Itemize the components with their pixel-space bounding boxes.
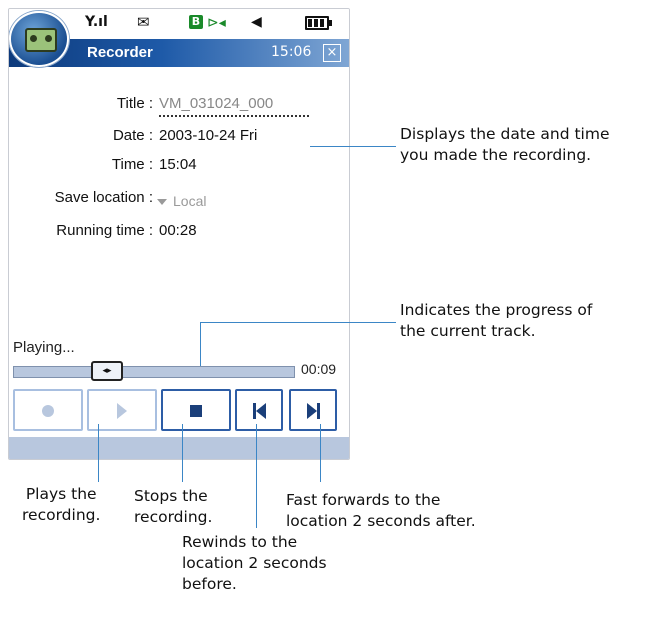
callout-line: before. xyxy=(182,575,237,593)
running-time-value: 00:28 xyxy=(159,222,197,239)
message-icon: ✉ xyxy=(137,13,150,31)
callout-line: recording. xyxy=(134,508,213,526)
stop-button[interactable] xyxy=(161,389,231,431)
callout-line: location 2 seconds xyxy=(182,554,327,572)
rewind-callout: Rewinds to the location 2 seconds before… xyxy=(182,532,327,595)
title-field[interactable]: VM_031024_000 xyxy=(159,93,309,117)
record-icon xyxy=(42,404,54,417)
skip-forward-icon xyxy=(306,392,320,430)
callout-line: Rewinds to the xyxy=(182,533,298,551)
fast-forward-callout: Fast forwards to the location 2 seconds … xyxy=(286,490,476,532)
bluetooth-icon: ⊳◂ xyxy=(207,15,226,31)
callout-line: the current track. xyxy=(400,322,536,340)
recorder-app-icon xyxy=(9,11,69,67)
dropdown-arrow-icon xyxy=(157,199,167,206)
progress-callout-line-h xyxy=(200,322,396,323)
skip-back-icon xyxy=(252,392,266,430)
bluetooth-r-icon: B xyxy=(189,15,203,29)
save-location-select[interactable]: Local xyxy=(157,193,237,213)
callout-line: Plays the xyxy=(25,485,97,503)
save-location-value: Local xyxy=(173,193,207,209)
rewind-callout-line xyxy=(256,424,257,528)
playback-status: Playing... xyxy=(13,339,75,356)
callout-line: location 2 seconds after. xyxy=(286,512,476,530)
date-label: Date : xyxy=(112,127,153,144)
stop-icon xyxy=(190,404,202,417)
save-location-label: Save location : xyxy=(54,189,153,206)
elapsed-time: 00:09 xyxy=(301,361,337,377)
clock: 15:06 xyxy=(271,44,312,60)
play-callout: Plays the recording. xyxy=(22,484,100,526)
play-callout-line xyxy=(98,424,99,482)
speaker-icon: ◀ xyxy=(251,14,262,30)
stop-callout: Stops the recording. xyxy=(134,486,212,528)
callout-line: recording. xyxy=(22,506,101,524)
fast-forward-button[interactable] xyxy=(289,389,337,431)
progress-thumb[interactable]: ◂▸ xyxy=(91,361,123,381)
app-title: Recorder xyxy=(87,44,153,61)
progress-callout-line-v xyxy=(200,322,201,366)
record-button[interactable] xyxy=(13,389,83,431)
time-label: Time : xyxy=(111,156,153,173)
fast-forward-callout-line xyxy=(320,424,321,482)
time-value: 15:04 xyxy=(159,156,197,173)
play-icon xyxy=(117,402,127,419)
stop-callout-line xyxy=(182,424,183,482)
phone-screen: Y.ıl ✉ B ⊳◂ ◀ Recorder 15:06 × Title : V… xyxy=(8,8,350,460)
callout-line: Indicates the progress of xyxy=(400,301,593,319)
running-time-label: Running time : xyxy=(56,222,153,239)
battery-icon xyxy=(305,16,332,30)
date-time-callout: Displays the date and time you made the … xyxy=(400,124,610,166)
callout-line: Stops the xyxy=(134,487,208,505)
title-value: VM_031024_000 xyxy=(159,95,274,112)
cassette-icon xyxy=(25,28,57,52)
callout-line: Displays the date and time xyxy=(400,125,610,143)
date-callout-line xyxy=(310,146,396,147)
progress-callout: Indicates the progress of the current tr… xyxy=(400,300,592,342)
progress-track[interactable] xyxy=(13,366,295,378)
bottom-bar xyxy=(9,437,349,459)
date-value: 2003-10-24 Fri xyxy=(159,127,258,144)
signal-strength-icon: Y.ıl xyxy=(85,14,108,30)
callout-line: Fast forwards to the xyxy=(286,491,441,509)
title-label: Title : xyxy=(116,95,153,112)
rewind-button[interactable] xyxy=(235,389,283,431)
callout-line: you made the recording. xyxy=(400,146,592,164)
close-icon[interactable]: × xyxy=(323,44,341,62)
